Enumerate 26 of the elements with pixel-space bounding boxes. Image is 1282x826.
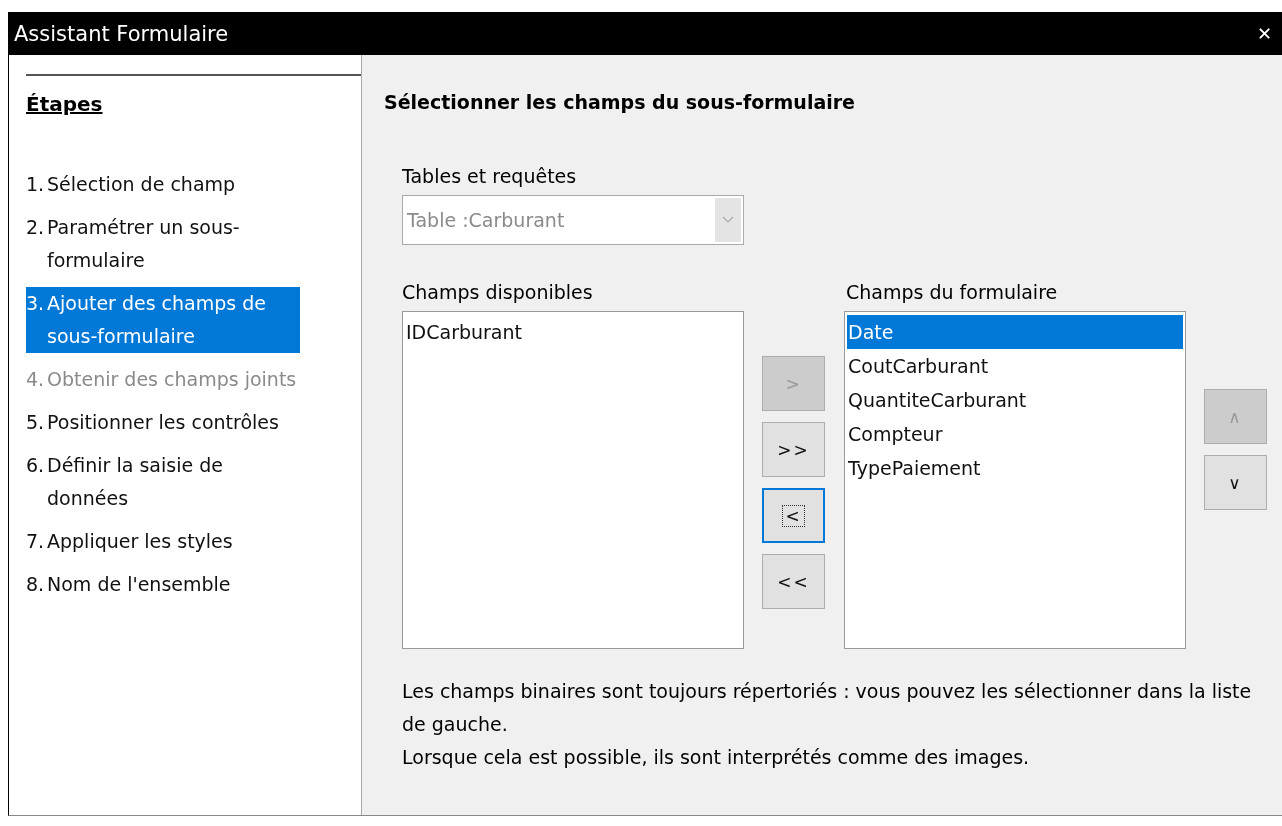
- list-item[interactable]: TypePaiement: [847, 451, 1183, 485]
- step-item[interactable]: 3.Ajouter des champs de sous-formulaire: [26, 287, 300, 353]
- list-item[interactable]: Date: [847, 315, 1183, 349]
- field-label: Champs du formulaire: [846, 281, 1059, 303]
- step-item[interactable]: 2.Paramétrer un sous-formulaire: [26, 211, 300, 277]
- list-item[interactable]: QuantiteCarburant: [847, 383, 1183, 417]
- field-label: Champs disponibles: [402, 281, 594, 303]
- page-title: Sélectionner les champs du sous-formulaire: [384, 91, 856, 113]
- move-button[interactable]: >>: [762, 422, 825, 477]
- order-button[interactable]: ∨: [1204, 455, 1267, 510]
- info-note: Les champs binaires sont toujours répertoriés : vous pouvez les sélectionner dans la liste de gauche. Lorsque cela est possible, ils sont interprétés comme des images.: [402, 679, 1253, 770]
- chevron-down-icon: [715, 198, 741, 242]
- step-item[interactable]: 8.Nom de l'ensemble: [26, 568, 300, 601]
- step-item[interactable]: 6.Définir la saisie de données: [26, 449, 300, 515]
- step-item[interactable]: 5.Positionner les contrôles: [26, 406, 300, 439]
- move-button[interactable]: <<: [762, 554, 825, 609]
- list-item[interactable]: CoutCarburant: [847, 349, 1183, 383]
- field-label: Tables et requêtes: [402, 165, 578, 187]
- step-item[interactable]: 7.Appliquer les styles: [26, 525, 300, 558]
- steps-heading: Étapes: [26, 92, 104, 116]
- close-button[interactable]: ✕: [1256, 23, 1272, 44]
- move-button[interactable]: <: [762, 488, 825, 543]
- list-item[interactable]: IDCarburant: [405, 315, 741, 349]
- list-item[interactable]: Compteur: [847, 417, 1183, 451]
- step-item[interactable]: 1.Sélection de champ: [26, 168, 300, 201]
- window-title: Assistant Formulaire: [14, 21, 229, 46]
